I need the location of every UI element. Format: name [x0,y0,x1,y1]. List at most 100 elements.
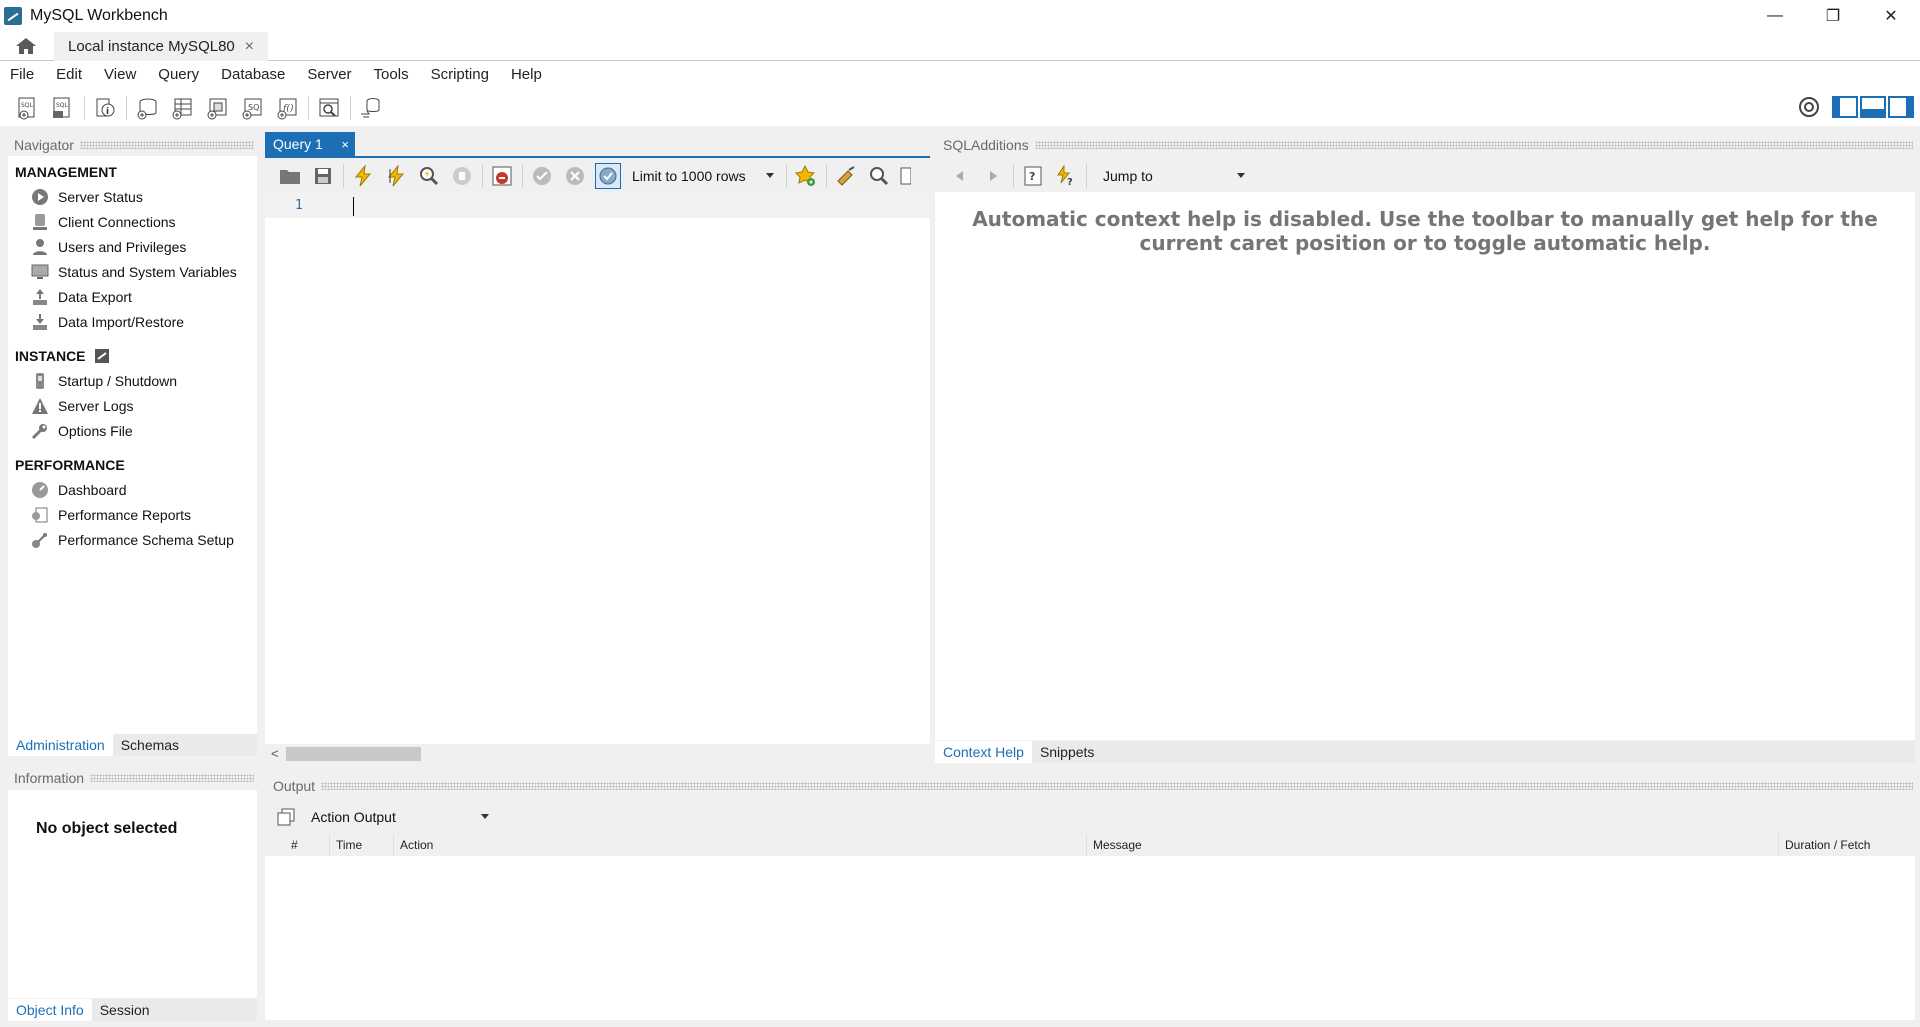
window-title: MySQL Workbench [30,7,168,24]
open-inspector-button[interactable]: i [91,94,119,122]
nav-item-startup-shutdown[interactable]: Startup / Shutdown [30,370,177,392]
management-heading: MANAGEMENT [15,164,117,180]
column-header-message[interactable]: Message [1087,834,1779,856]
toggle-invisible-chars-button[interactable] [899,163,911,189]
create-table-button[interactable] [168,94,196,122]
tab-query-1[interactable]: Query 1 × [265,132,355,156]
find-replace-button[interactable] [866,163,892,189]
nav-item-users-privileges[interactable]: Users and Privileges [30,236,186,258]
magnifier-lightning-icon [420,167,439,186]
column-header-time[interactable]: Time [330,834,394,856]
connection-tab[interactable]: Local instance MySQL80 × [54,32,268,61]
navigator-header: Navigator [14,135,254,155]
new-sql-tab-button[interactable]: SQL [14,94,42,122]
add-snippet-button[interactable] [793,163,819,189]
nav-item-server-logs[interactable]: Server Logs [30,395,133,417]
create-view-button[interactable] [203,94,231,122]
create-procedure-button[interactable]: SQ [238,94,266,122]
navigator-tabs: Administration Schemas [8,734,257,756]
open-script-button[interactable] [277,163,303,189]
jump-to-select[interactable]: Jump to [1099,164,1249,188]
query-tab-close-icon[interactable]: × [341,137,349,152]
home-button[interactable] [10,34,42,58]
autocommit-icon [599,167,617,185]
nav-item-performance-schema-setup[interactable]: Performance Schema Setup [30,529,234,551]
limit-rows-select[interactable]: Limit to 1000 rows [628,164,778,188]
column-header-action[interactable]: Action [394,834,1087,856]
tab-object-info[interactable]: Object Info [8,999,92,1021]
column-header-index[interactable]: # [285,834,330,856]
create-function-button[interactable]: f() [273,94,301,122]
toggle-auto-context-help-button[interactable]: ? [1053,163,1079,189]
toggle-secondary-sidebar-button[interactable] [1888,96,1914,118]
preferences-button[interactable] [1796,94,1822,120]
execute-button[interactable] [350,163,376,189]
column-header-duration[interactable]: Duration / Fetch [1779,834,1915,856]
tab-session[interactable]: Session [92,999,158,1021]
chevron-down-icon [766,173,774,178]
menu-server[interactable]: Server [307,66,351,83]
panel-grip [1034,141,1913,149]
tab-snippets[interactable]: Snippets [1032,741,1102,763]
editor-horizontal-scrollbar[interactable]: < [265,744,930,764]
scroll-left-icon[interactable]: < [271,746,279,761]
nav-item-label: Dashboard [58,482,127,498]
nav-item-label: Data Import/Restore [58,314,185,330]
manual-context-help-button[interactable]: ? [1020,163,1046,189]
scrollbar-thumb[interactable] [286,747,421,761]
copy-output-button[interactable] [273,804,299,830]
minimize-button[interactable]: — [1746,0,1804,32]
toggle-output-button[interactable] [1860,96,1886,118]
svg-text:i: i [106,107,109,117]
connection-tab-close-icon[interactable]: × [245,38,254,56]
toggle-autocommit-button[interactable] [595,163,621,189]
tab-administration[interactable]: Administration [8,734,113,756]
nav-item-status-variables[interactable]: Status and System Variables [30,261,237,283]
information-panel: No object selected [8,790,257,998]
output-type-select[interactable]: Action Output [303,805,493,829]
menu-file[interactable]: File [10,66,34,83]
dashboard-gauge-icon [30,480,50,500]
menu-tools[interactable]: Tools [374,66,409,83]
close-window-button[interactable]: ✕ [1862,0,1920,32]
menu-database[interactable]: Database [221,66,285,83]
menu-query[interactable]: Query [158,66,199,83]
tab-schemas[interactable]: Schemas [113,734,187,756]
inspector-info-icon: i [96,98,115,117]
nav-item-dashboard[interactable]: Dashboard [30,479,127,501]
rollback-button[interactable] [562,163,588,189]
commit-button[interactable] [529,163,555,189]
open-sql-script-button[interactable]: SQL [49,94,77,122]
toggle-sidebar-button[interactable] [1832,96,1858,118]
arrow-left-icon [956,171,963,181]
forward-button[interactable] [980,163,1006,189]
sql-editor[interactable]: 1 [265,194,930,744]
chevron-down-icon [1237,173,1245,178]
back-button[interactable] [947,163,973,189]
tab-context-help[interactable]: Context Help [935,741,1032,763]
nav-item-data-export[interactable]: Data Export [30,286,132,308]
nav-item-options-file[interactable]: Options File [30,420,133,442]
menu-scripting[interactable]: Scripting [431,66,489,83]
save-script-button[interactable] [310,163,336,189]
restore-button[interactable]: ❐ [1804,0,1862,32]
create-schema-button[interactable] [133,94,161,122]
nav-item-data-import[interactable]: Data Import/Restore [30,311,184,333]
toggle-continue-on-error-button[interactable] [489,163,515,189]
menu-help[interactable]: Help [511,66,542,83]
nav-item-performance-reports[interactable]: Performance Reports [30,504,191,526]
search-table-data-button[interactable] [315,94,343,122]
menu-view[interactable]: View [104,66,136,83]
nav-item-client-connections[interactable]: Client Connections [30,211,176,233]
explain-button[interactable] [416,163,442,189]
query-tab-label: Query 1 [273,136,323,152]
nav-item-label: Client Connections [58,214,176,230]
reconnect-button[interactable] [357,94,385,122]
execute-current-statement-button[interactable] [383,163,409,189]
monitor-icon [30,262,50,282]
menu-edit[interactable]: Edit [56,66,82,83]
information-tabs: Object Info Session [8,999,257,1021]
stop-execution-button[interactable] [449,163,475,189]
beautify-button[interactable] [833,163,859,189]
nav-item-server-status[interactable]: Server Status [30,186,143,208]
